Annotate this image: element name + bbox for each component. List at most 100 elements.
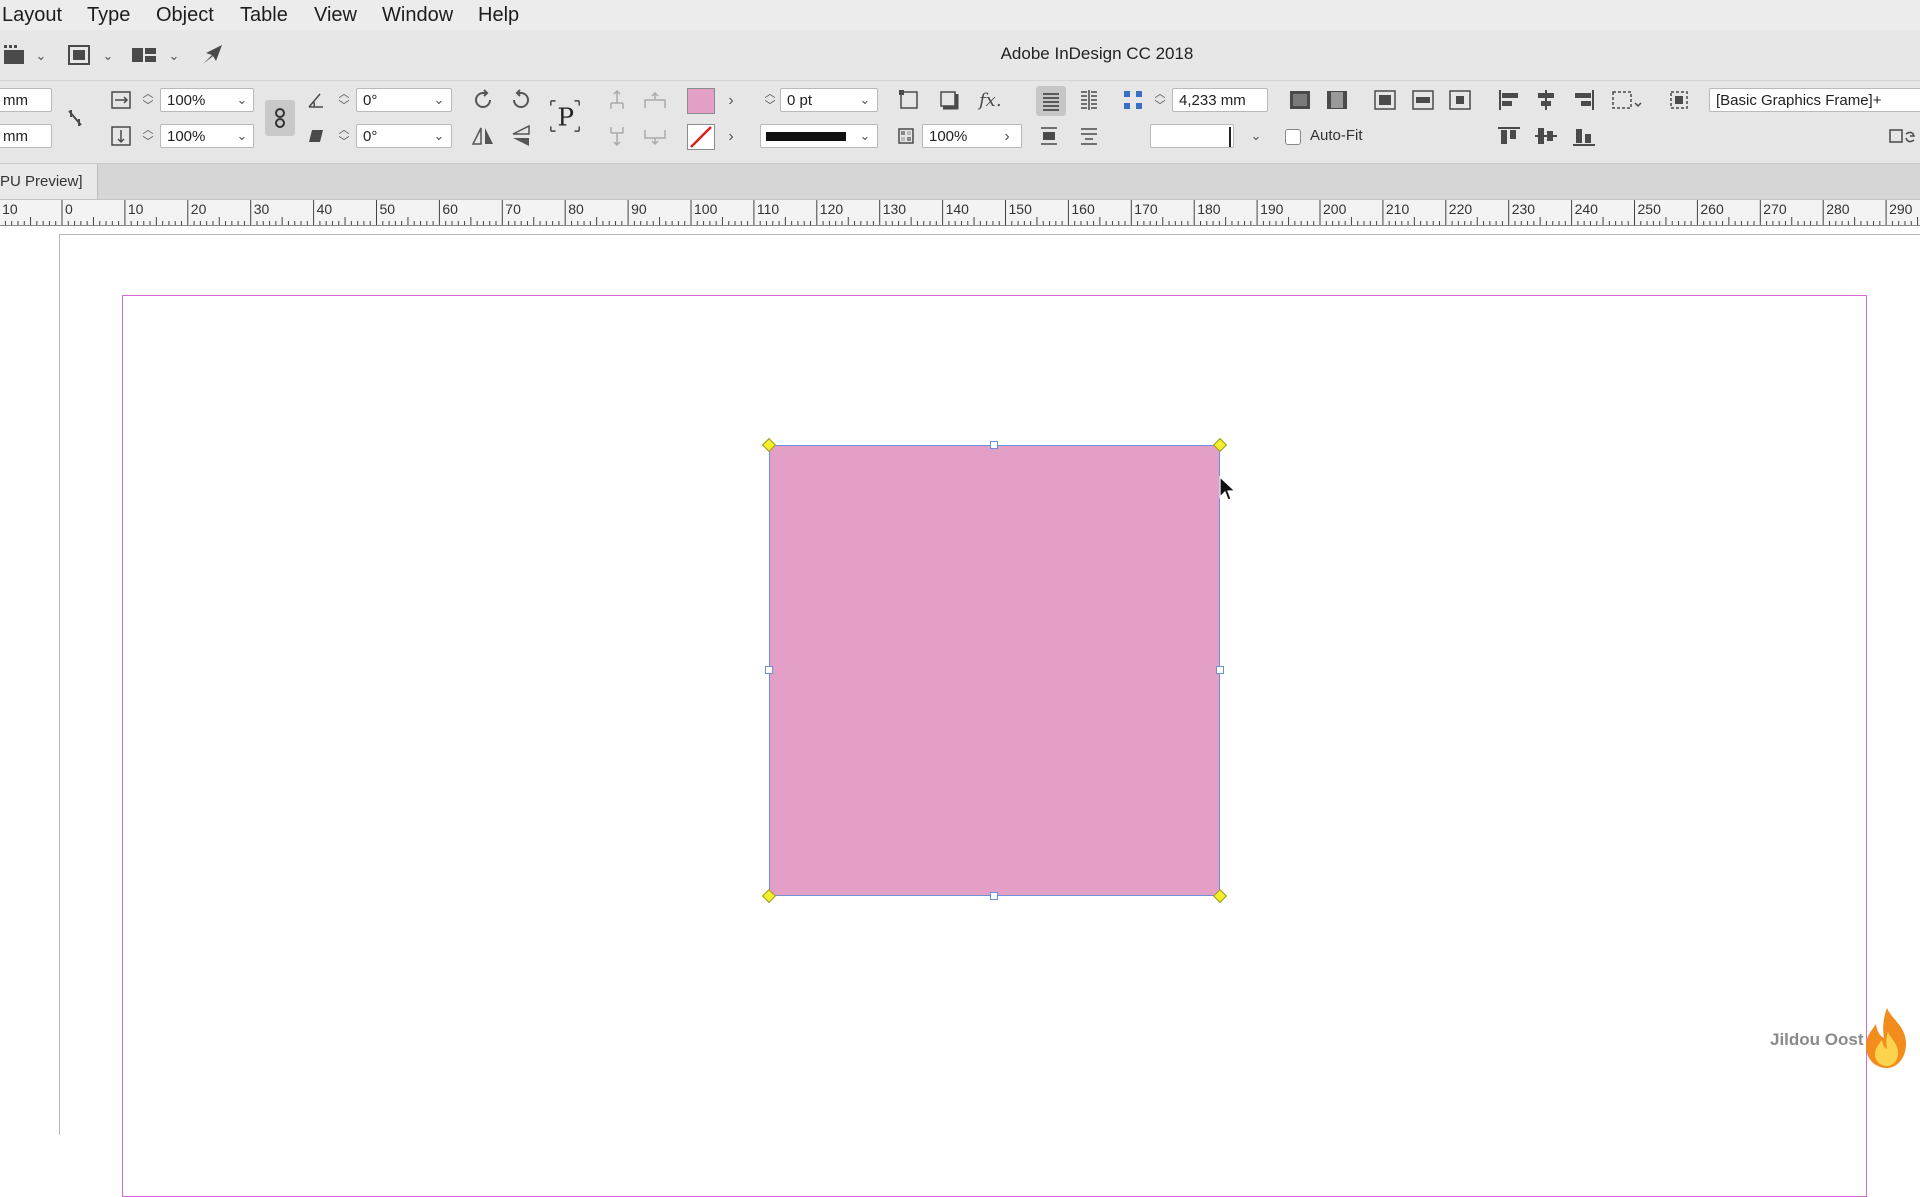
object-style-select[interactable]: [Basic Graphics Frame]+: [1709, 88, 1920, 112]
ruler-label: 90: [631, 201, 647, 217]
distribute-icon[interactable]: [1610, 87, 1644, 113]
document-canvas[interactable]: Jildou Oost: [0, 226, 1920, 1197]
x-position-field[interactable]: mm: [0, 88, 52, 112]
align-bottom-icon[interactable]: [1571, 123, 1597, 149]
object-style-icon[interactable]: [1666, 87, 1692, 113]
center-content-icon[interactable]: [1447, 87, 1473, 113]
text-frame-icon[interactable]: P: [548, 99, 582, 133]
align-right-icon[interactable]: [1571, 87, 1597, 113]
ruler-label: 240: [1575, 201, 1599, 217]
chevron-down-icon[interactable]: ⌄: [427, 88, 451, 112]
select-content-icon[interactable]: [642, 87, 668, 113]
select-next-icon[interactable]: [642, 123, 668, 149]
chevron-down-icon[interactable]: ⌄: [230, 88, 254, 112]
chevron-down-icon[interactable]: ⌄: [427, 124, 451, 148]
handle-middle-left[interactable]: [765, 666, 773, 674]
corner-options-icon[interactable]: [896, 87, 922, 113]
ruler-label: 200: [1323, 201, 1347, 217]
menu-bar: Layout Type Object Table View Window Hel…: [0, 0, 1920, 31]
chevron-right-icon[interactable]: ›: [719, 89, 743, 113]
handle-bottom-center[interactable]: [990, 892, 998, 900]
rectangle-frame[interactable]: [769, 445, 1220, 896]
scale-y-icon: [108, 123, 134, 149]
opacity-icon: [893, 123, 919, 149]
ruler-label: 180: [1197, 201, 1221, 217]
ruler-label: 120: [820, 201, 844, 217]
select-container-icon[interactable]: [604, 87, 630, 113]
menu-type[interactable]: Type: [87, 4, 130, 27]
ruler-label: 290: [1889, 201, 1913, 217]
link-icon[interactable]: [62, 105, 88, 131]
shear-stepper[interactable]: ︿ ﹀: [336, 124, 352, 150]
ruler-label: 210: [1386, 201, 1410, 217]
drop-shadow-icon[interactable]: [936, 87, 962, 113]
ruler-label: 110: [757, 201, 780, 217]
clear-overrides-icon[interactable]: [1886, 123, 1920, 149]
ruler-label: 160: [1071, 201, 1095, 217]
svg-text:P: P: [557, 102, 574, 131]
auto-fit-checkbox[interactable]: [1285, 129, 1301, 145]
ruler-label: 150: [1009, 201, 1033, 217]
scale-y-stepper[interactable]: ︿ ﹀: [140, 124, 156, 150]
gutter-stepper[interactable]: ︿ ﹀: [1152, 88, 1168, 114]
chevron-right-icon[interactable]: ›: [995, 125, 1019, 149]
rotate-cw-icon[interactable]: [470, 87, 496, 113]
stroke-swatch-icon[interactable]: [687, 124, 715, 150]
chevron-down-icon[interactable]: ⌄: [853, 124, 877, 148]
flip-horizontal-icon[interactable]: [470, 123, 496, 149]
select-previous-icon[interactable]: [604, 123, 630, 149]
ruler-label: 80: [568, 201, 584, 217]
shear-icon: [303, 123, 329, 149]
align-top-icon[interactable]: [1496, 123, 1522, 149]
align-text-icon[interactable]: [1036, 86, 1066, 116]
align-center-icon[interactable]: [1533, 87, 1559, 113]
menu-window[interactable]: Window: [382, 4, 453, 27]
menu-view[interactable]: View: [314, 4, 357, 27]
application-bar: ⌄ ⌄ ⌄ Adobe InDesign CC 2018: [0, 30, 1920, 81]
rotate-stepper[interactable]: ︿ ﹀: [336, 88, 352, 114]
fit-content-proportionally-icon[interactable]: [1410, 87, 1436, 113]
ruler-label: 130: [883, 201, 907, 217]
constrain-proportions-icon[interactable]: [265, 100, 295, 136]
flip-vertical-icon[interactable]: [508, 123, 534, 149]
ruler-label: 170: [1134, 201, 1158, 217]
document-tab-label: PU Preview]: [0, 173, 83, 190]
ruler-label: 10: [128, 201, 144, 217]
chevron-down-icon[interactable]: ⌄: [853, 88, 877, 112]
menu-layout[interactable]: Layout: [2, 4, 62, 27]
fill-swatch-icon[interactable]: [687, 88, 715, 114]
menu-object[interactable]: Object: [156, 4, 214, 27]
frame-fitting-select[interactable]: [1150, 124, 1234, 148]
chevron-right-icon[interactable]: ›: [719, 125, 743, 149]
ruler-label: 70: [505, 201, 521, 217]
effects-icon[interactable]: fx.: [977, 87, 1003, 113]
handle-middle-right[interactable]: [1216, 666, 1224, 674]
svg-text:fx.: fx.: [977, 90, 1002, 111]
gutter-field[interactable]: 4,233 mm: [1172, 88, 1268, 112]
chevron-down-icon[interactable]: ⌄: [230, 124, 254, 148]
y-position-field[interactable]: mm: [0, 124, 52, 148]
scale-x-stepper[interactable]: ︿ ﹀: [140, 88, 156, 114]
stroke-type-preview: [766, 132, 846, 141]
control-panel: mm mm ︿ ﹀ 100% ⌄ ︿ ﹀ 100% ⌄ ︿ ﹀ 0° ⌄ ︿ ﹀ 0° …: [0, 81, 1920, 164]
columns-icon[interactable]: [1076, 87, 1102, 113]
fit-content-icon[interactable]: [1324, 87, 1350, 113]
mouse-cursor-icon: [1218, 475, 1238, 508]
fit-frame-to-content-icon[interactable]: [1372, 87, 1398, 113]
rotate-angle-icon: [303, 87, 329, 113]
vertical-justify-icon[interactable]: [1036, 123, 1062, 149]
menu-table[interactable]: Table: [240, 4, 288, 27]
align-middle-icon[interactable]: [1533, 123, 1559, 149]
fill-frame-icon[interactable]: [1287, 87, 1313, 113]
chevron-down-icon[interactable]: ⌄: [1244, 124, 1268, 148]
document-tab[interactable]: PU Preview]: [0, 164, 98, 199]
ruler-label: 20: [191, 201, 207, 217]
horizontal-ruler[interactable]: 10 0 10 20 30 40 50 60 70 80 90 100 110 120 130 140 150 1…: [0, 200, 1920, 226]
ruler-label: 30: [254, 201, 270, 217]
text-frame-options-icon[interactable]: [1076, 123, 1102, 149]
align-left-icon[interactable]: [1496, 87, 1522, 113]
stroke-weight-stepper[interactable]: ︿ ﹀: [762, 88, 778, 114]
rotate-ccw-icon[interactable]: [508, 87, 534, 113]
handle-top-center[interactable]: [990, 441, 998, 449]
menu-help[interactable]: Help: [478, 4, 519, 27]
